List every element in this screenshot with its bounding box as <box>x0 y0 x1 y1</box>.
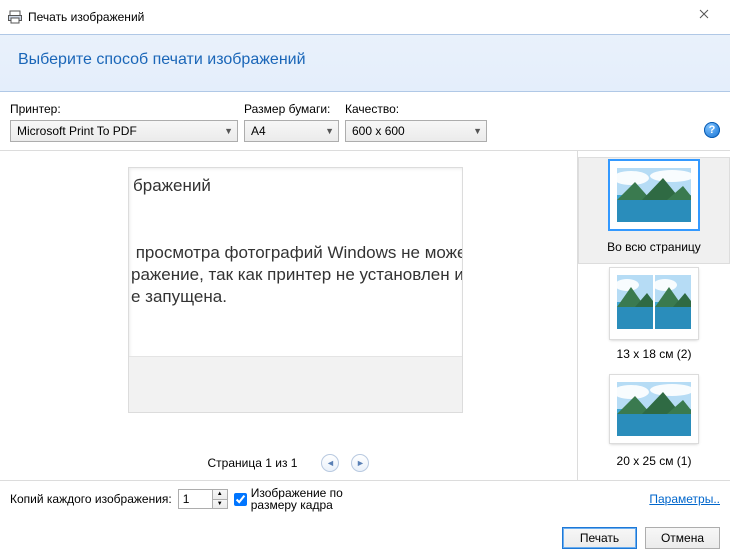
dialog-buttons: Печать Отмена <box>0 517 730 549</box>
preview-footer-band <box>129 356 462 412</box>
chevron-down-icon: ▼ <box>473 126 482 136</box>
layout-thumb <box>610 375 698 443</box>
chevron-down-icon: ▼ <box>224 126 233 136</box>
quality-label: Качество: <box>345 102 487 116</box>
preview-body-text: просмотра фотографий Windows не может ра… <box>131 242 463 308</box>
layout-item-13x18[interactable]: 13 x 18 см (2) <box>578 264 730 371</box>
spinner-up[interactable]: ▲ <box>213 490 227 500</box>
printer-value: Microsoft Print To PDF <box>17 124 137 138</box>
layout-item-full[interactable]: Во всю страницу <box>578 157 730 264</box>
page-heading: Выберите способ печати изображений <box>18 51 712 69</box>
printer-label: Принтер: <box>10 102 238 116</box>
spinner-down[interactable]: ▼ <box>213 500 227 509</box>
copies-label: Копий каждого изображения: <box>10 492 172 506</box>
landscape-icon <box>617 168 691 222</box>
printer-icon <box>8 10 22 24</box>
layout-item-20x25[interactable]: 20 x 25 см (1) <box>578 371 730 478</box>
layout-thumb <box>610 161 698 229</box>
window-title: Печать изображений <box>28 10 144 24</box>
fit-checkbox[interactable] <box>234 493 247 506</box>
help-icon[interactable]: ? <box>704 122 720 138</box>
preview-page: бражений просмотра фотографий Windows не… <box>128 167 463 413</box>
cancel-button[interactable]: Отмена <box>645 527 720 549</box>
quality-combo[interactable]: 600 x 600 ▼ <box>345 120 487 142</box>
layout-thumb <box>610 268 698 339</box>
page-indicator: Страница 1 из 1 <box>208 456 298 470</box>
landscape-icon <box>655 275 691 329</box>
layout-caption: 20 x 25 см (1) <box>578 454 730 468</box>
paper-combo[interactable]: A4 ▼ <box>244 120 339 142</box>
layout-caption: Во всю страницу <box>578 240 730 254</box>
print-button[interactable]: Печать <box>562 527 637 549</box>
pager: Страница 1 из 1 ◄ ► <box>0 454 577 472</box>
layout-list[interactable]: Во всю страницу 13 x 18 см (2) <box>577 151 730 480</box>
print-options-row: Принтер: Microsoft Print To PDF ▼ Размер… <box>0 92 730 150</box>
title-bar: Печать изображений <box>0 0 730 34</box>
landscape-icon <box>617 275 653 329</box>
copies-input[interactable] <box>179 490 212 508</box>
landscape-icon <box>617 382 691 436</box>
quality-value: 600 x 600 <box>352 124 405 138</box>
next-page-button[interactable]: ► <box>351 454 369 472</box>
preview-title-text: бражений <box>133 176 211 196</box>
fit-label: Изображение по размеру кадра <box>251 487 343 511</box>
layout-caption: 13 x 18 см (2) <box>578 347 730 361</box>
chevron-down-icon: ▼ <box>325 126 334 136</box>
copies-spinner[interactable]: ▲ ▼ <box>178 489 228 509</box>
close-button[interactable] <box>684 4 724 24</box>
preview-pane: бражений просмотра фотографий Windows не… <box>0 151 577 480</box>
header-band: Выберите способ печати изображений <box>0 34 730 92</box>
printer-combo[interactable]: Microsoft Print To PDF ▼ <box>10 120 238 142</box>
paper-value: A4 <box>251 124 266 138</box>
copies-row: Копий каждого изображения: ▲ ▼ Изображен… <box>0 481 730 517</box>
paper-label: Размер бумаги: <box>244 102 339 116</box>
main-area: бражений просмотра фотографий Windows не… <box>0 150 730 481</box>
parameters-link[interactable]: Параметры.. <box>649 492 720 506</box>
prev-page-button[interactable]: ◄ <box>321 454 339 472</box>
